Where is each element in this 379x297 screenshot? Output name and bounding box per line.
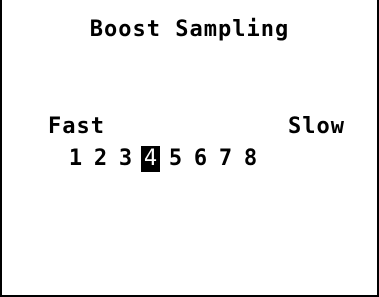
speed-scale: 1 2 3 4 5 6 7 8 xyxy=(66,146,260,172)
scale-step-5[interactable]: 5 xyxy=(166,146,185,172)
screen-title: Boost Sampling xyxy=(89,17,290,42)
scale-step-3[interactable]: 3 xyxy=(116,146,135,172)
fast-label: Fast xyxy=(48,114,105,139)
scale-step-6[interactable]: 6 xyxy=(191,146,210,172)
scale-step-2[interactable]: 2 xyxy=(91,146,110,172)
scale-step-8[interactable]: 8 xyxy=(241,146,260,172)
scale-step-1[interactable]: 1 xyxy=(66,146,85,172)
scale-step-4[interactable]: 4 xyxy=(141,146,160,172)
scale-step-7[interactable]: 7 xyxy=(216,146,235,172)
lcd-screen: Boost Sampling Fast Slow 1 2 3 4 5 6 7 8 xyxy=(0,0,379,297)
slow-label: Slow xyxy=(288,114,345,139)
